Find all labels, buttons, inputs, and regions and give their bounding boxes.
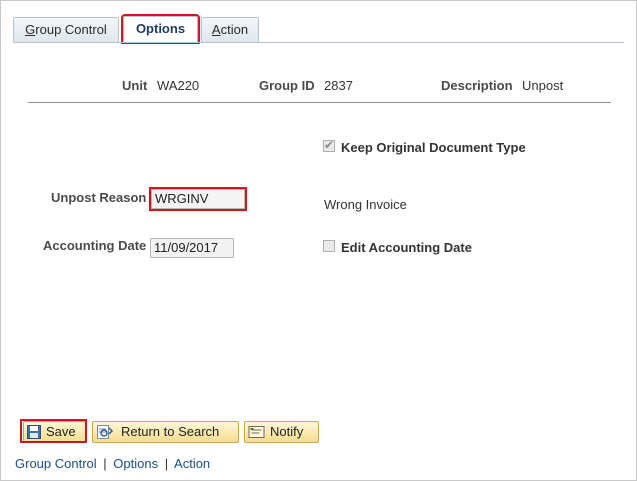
checkmark-icon: ✔ [324,138,335,152]
notify-icon [248,426,265,438]
edit-accounting-date-checkbox[interactable] [323,240,335,252]
unit-label: Unit [122,78,148,93]
footer-links: Group Control | Options | Action [15,456,210,471]
link-separator: | [103,456,107,471]
group-id-value: 2837 [324,78,353,93]
unpost-reason-input[interactable]: WRGINV [149,187,247,211]
accounting-date-field: 11/09/2017 [150,238,234,258]
page-frame: Group Control Options Action Unit WA220 … [0,0,637,481]
tab-options[interactable]: Options [121,14,200,44]
notify-label: Notify [270,424,304,439]
keep-original-checkbox[interactable]: ✔ [323,138,335,152]
return-to-search-button[interactable]: Return to Search [92,421,239,443]
keep-original-label: Keep Original Document Type [341,140,526,155]
tab-action[interactable]: Action [201,17,259,42]
link-action[interactable]: Action [174,456,210,471]
link-separator: | [164,456,169,471]
link-group-control[interactable]: Group Control [15,456,97,471]
return-search-icon [97,425,114,439]
description-value: Unpost [522,78,564,93]
edit-accounting-date-label: Edit Accounting Date [341,240,472,255]
unpost-reason-label: Unpost Reason [51,190,147,205]
tab-group-control[interactable]: Group Control [13,17,119,42]
unit-value: WA220 [157,78,200,93]
tab-group-control-label: Group Control [25,22,107,37]
tab-action-label: Action [211,22,249,37]
group-id-label: Group ID [259,78,315,93]
save-button-label: Save [46,424,76,439]
link-options[interactable]: Options [113,456,158,471]
notify-button[interactable]: Notify [244,421,319,443]
description-label: Description [441,78,513,93]
save-button[interactable]: Save [23,421,87,443]
header-divider [28,102,611,103]
accounting-date-label: Accounting Date [43,238,147,253]
floppy-disk-icon [27,425,41,439]
unpost-reason-description: Wrong Invoice [324,197,407,212]
tab-divider [13,42,624,43]
return-to-search-label: Return to Search [121,424,220,439]
tab-options-label: Options [135,21,186,36]
